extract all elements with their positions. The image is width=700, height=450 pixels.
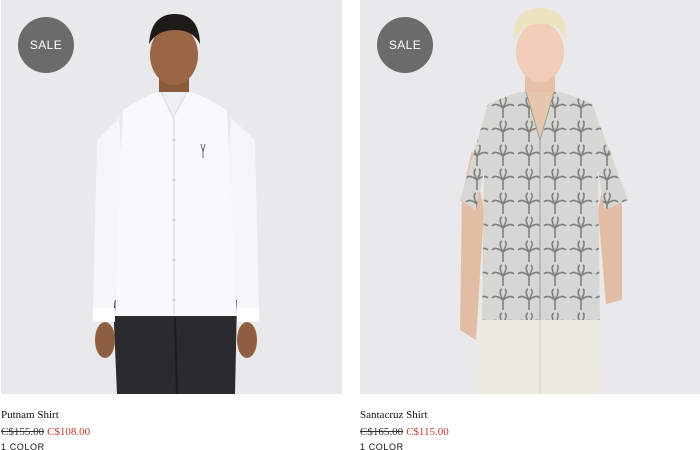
product-card[interactable]: SALE	[1, 0, 342, 450]
sale-badge: SALE	[18, 17, 74, 73]
sale-badge: SALE	[377, 17, 433, 73]
sale-price: C$108.00	[47, 426, 91, 438]
original-price: C$165.00	[360, 426, 404, 438]
product-card[interactable]: SALE	[360, 0, 700, 450]
sale-price: C$115.00	[406, 426, 449, 438]
color-count[interactable]: 1 COLOR	[1, 442, 45, 450]
original-price: C$155.00	[1, 426, 45, 438]
product-price: C$165.00 C$115.00	[360, 426, 449, 438]
product-grid: SALE Putnam Shirt C$155.00 C$108.00 1 CO…	[0, 0, 700, 450]
product-price: C$155.00 C$108.00	[1, 426, 90, 438]
product-name[interactable]: Santacruz Shirt	[360, 409, 428, 421]
product-name[interactable]: Putnam Shirt	[1, 409, 59, 421]
product-image[interactable]: SALE	[360, 0, 700, 394]
color-count[interactable]: 1 COLOR	[360, 442, 404, 450]
product-image[interactable]: SALE	[1, 0, 342, 394]
